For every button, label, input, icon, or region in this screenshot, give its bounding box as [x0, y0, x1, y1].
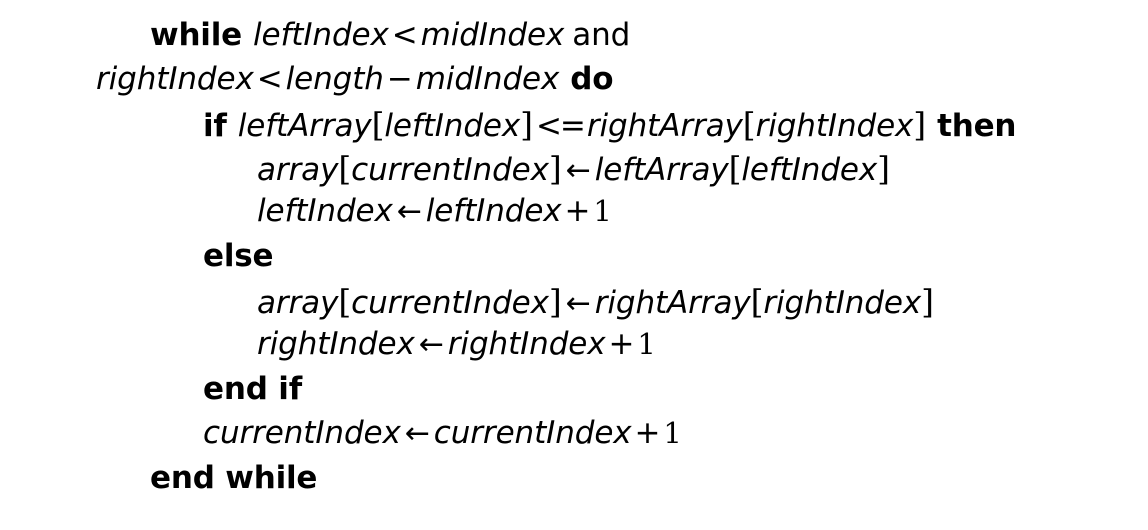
- token-kw-do: do: [570, 61, 614, 97]
- code-line-while-head: while leftIndex<midIndex and: [150, 20, 630, 51]
- token-op-: −: [386, 61, 413, 97]
- token-brk-: [: [750, 282, 764, 321]
- token-num-1: 1: [593, 194, 612, 228]
- code-line-while-head-continued: rightIndex<length−midIndex do: [96, 61, 614, 97]
- token-arrow-: ←: [396, 194, 422, 229]
- token-brk-: ]: [548, 282, 562, 321]
- token-id-rightindex: rightIndex: [257, 326, 415, 362]
- token-brk-: ]: [520, 105, 533, 144]
- token-num-1: 1: [663, 416, 682, 450]
- token-id-leftarray: leftArray: [237, 108, 372, 144]
- token-kw-while: while: [150, 17, 242, 53]
- token-op-: <: [391, 17, 418, 53]
- token-brk-: ]: [548, 149, 562, 188]
- token-kw-if: if: [203, 108, 227, 144]
- code-line-else-head: else: [203, 238, 274, 274]
- token-id-leftindex: leftIndex: [257, 193, 393, 229]
- code-line-incr-right-index: rightIndex ← rightIndex+ 1: [257, 329, 656, 360]
- code-line-end-if: end if: [203, 374, 302, 405]
- token-id-currentindex: currentIndex: [203, 415, 401, 451]
- token-kw-else: else: [203, 238, 274, 274]
- code-line-assign-array-right: array[currentIndex] ← rightArray[rightInde…: [257, 285, 934, 319]
- token-id-midindex: midIndex: [420, 17, 565, 53]
- token-id-rightarray: rightArray: [594, 285, 751, 321]
- token-id-currentindex: currentIndex: [433, 415, 632, 451]
- token-kw-then: then: [937, 108, 1017, 144]
- token-brk-: ]: [921, 282, 934, 321]
- token-op-: +: [634, 415, 661, 451]
- token-brk-: [: [728, 149, 742, 188]
- token-id-leftindex: leftIndex: [425, 193, 562, 229]
- token-brk-: ]: [913, 105, 927, 144]
- token-id-leftindex: leftIndex: [253, 17, 389, 53]
- token-arrow-: ←: [565, 153, 591, 188]
- token-brk-: [: [338, 149, 352, 188]
- token-id-array: array: [257, 285, 339, 321]
- token-op-: <: [256, 61, 283, 97]
- token-id-rightarray: rightArray: [586, 108, 743, 144]
- token-rm-and: and: [572, 17, 631, 53]
- token-id-leftindex: leftIndex: [741, 152, 878, 188]
- token-arrow-: ←: [418, 327, 444, 362]
- code-line-incr-left-index: leftIndex ← leftIndex+ 1: [257, 196, 612, 227]
- token-le-: <=: [535, 108, 586, 144]
- code-line-assign-array-left: array[currentIndex] ← leftArray[leftIndex]: [257, 152, 890, 186]
- code-line-if-head: if leftArray[leftIndex]<=rightArray[right…: [203, 108, 1016, 142]
- token-brk-: [: [338, 282, 352, 321]
- token-id-currentindex: currentIndex: [351, 285, 549, 321]
- token-arrow-: ←: [404, 416, 430, 451]
- token-id-leftindex: leftIndex: [384, 108, 521, 144]
- token-id-midindex: midIndex: [415, 61, 560, 97]
- token-arrow-: ←: [565, 286, 591, 321]
- token-id-length: length: [285, 61, 384, 97]
- token-num-1: 1: [637, 327, 656, 361]
- token-id-array: array: [257, 152, 339, 188]
- code-line-incr-current-index: currentIndex ← currentIndex+ 1: [203, 418, 682, 449]
- token-kw-endif: end if: [203, 371, 302, 407]
- token-id-rightindex: rightIndex: [96, 61, 254, 97]
- pseudocode-page: while leftIndex<midIndex and rightIndex<len…: [0, 0, 1148, 530]
- token-kw-endwhile: end while: [150, 460, 318, 496]
- token-id-rightindex: rightIndex: [763, 285, 922, 321]
- token-id-rightindex: rightIndex: [447, 326, 606, 362]
- token-op-: +: [608, 326, 635, 362]
- token-id-currentindex: currentIndex: [351, 152, 549, 188]
- token-id-leftarray: leftArray: [594, 152, 729, 188]
- code-line-end-while: end while: [150, 463, 317, 494]
- token-brk-: [: [371, 105, 385, 144]
- token-brk-: ]: [877, 149, 890, 188]
- token-op-: +: [564, 193, 591, 229]
- token-brk-: [: [742, 105, 756, 144]
- token-id-rightindex: rightIndex: [755, 108, 914, 144]
